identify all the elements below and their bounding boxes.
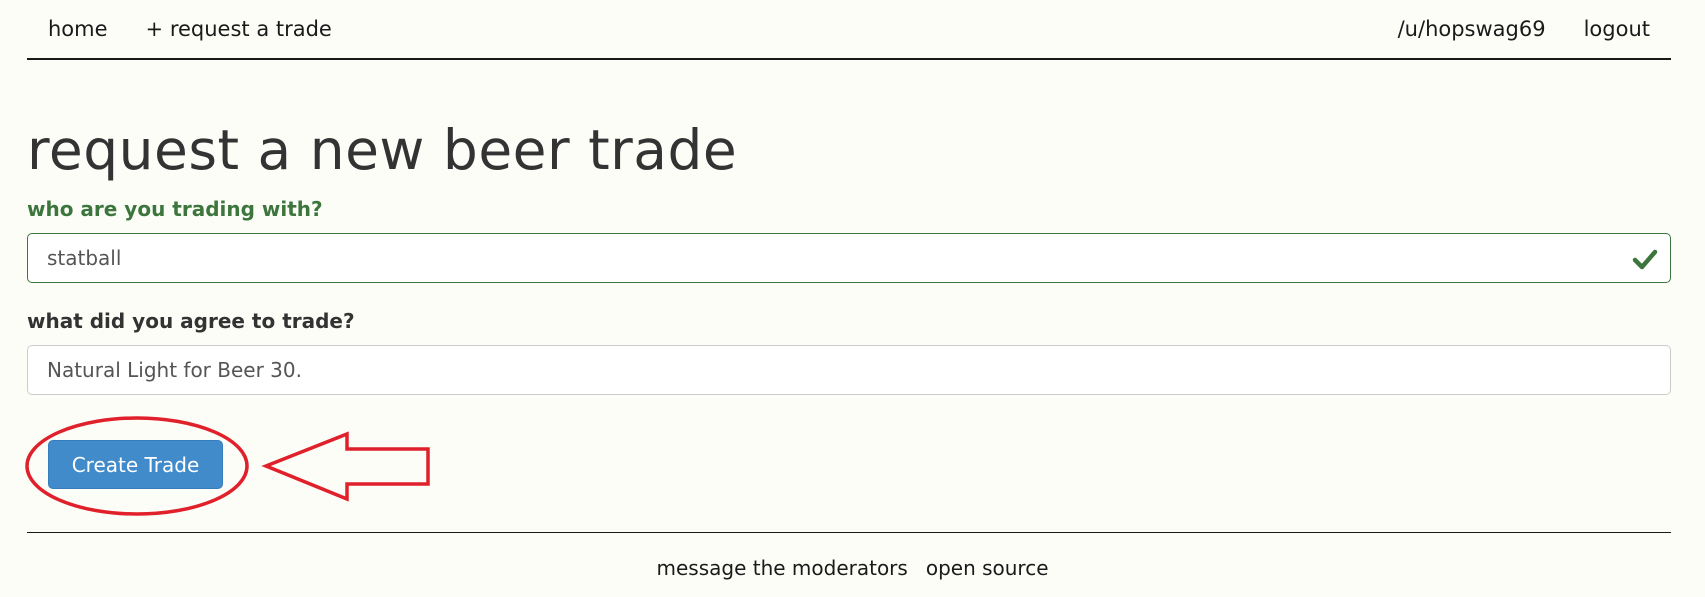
footer-moderators-link[interactable]: message the moderators xyxy=(647,556,916,580)
page-title: request a new beer trade xyxy=(27,118,738,182)
nav-left: home + request a trade xyxy=(27,17,351,41)
nav-request-trade-link[interactable]: + request a trade xyxy=(127,17,351,41)
annotation-overlay xyxy=(25,416,430,516)
trade-label: what did you agree to trade? xyxy=(27,309,355,333)
trade-input-value: Natural Light for Beer 30. xyxy=(47,358,302,382)
page-container: home + request a trade /u/hopswag69 logo… xyxy=(27,0,1671,489)
partner-input[interactable]: statball xyxy=(27,233,1671,283)
create-trade-button[interactable]: Create Trade xyxy=(48,440,223,489)
footer-divider xyxy=(27,532,1671,533)
nav-right: /u/hopswag69 logout xyxy=(1379,17,1671,41)
footer: message the moderators open source xyxy=(0,556,1705,580)
partner-label: who are you trading with? xyxy=(27,197,323,221)
nav-logout-link[interactable]: logout xyxy=(1565,17,1671,41)
top-nav: home + request a trade /u/hopswag69 logo… xyxy=(27,0,1671,60)
footer-open-source-link[interactable]: open source xyxy=(917,556,1058,580)
partner-input-value: statball xyxy=(47,246,122,270)
check-icon xyxy=(1632,249,1658,270)
trade-input[interactable]: Natural Light for Beer 30. xyxy=(27,345,1671,395)
nav-user-link[interactable]: /u/hopswag69 xyxy=(1379,17,1565,41)
nav-home-link[interactable]: home xyxy=(27,17,127,41)
annotation-arrow xyxy=(261,431,430,502)
